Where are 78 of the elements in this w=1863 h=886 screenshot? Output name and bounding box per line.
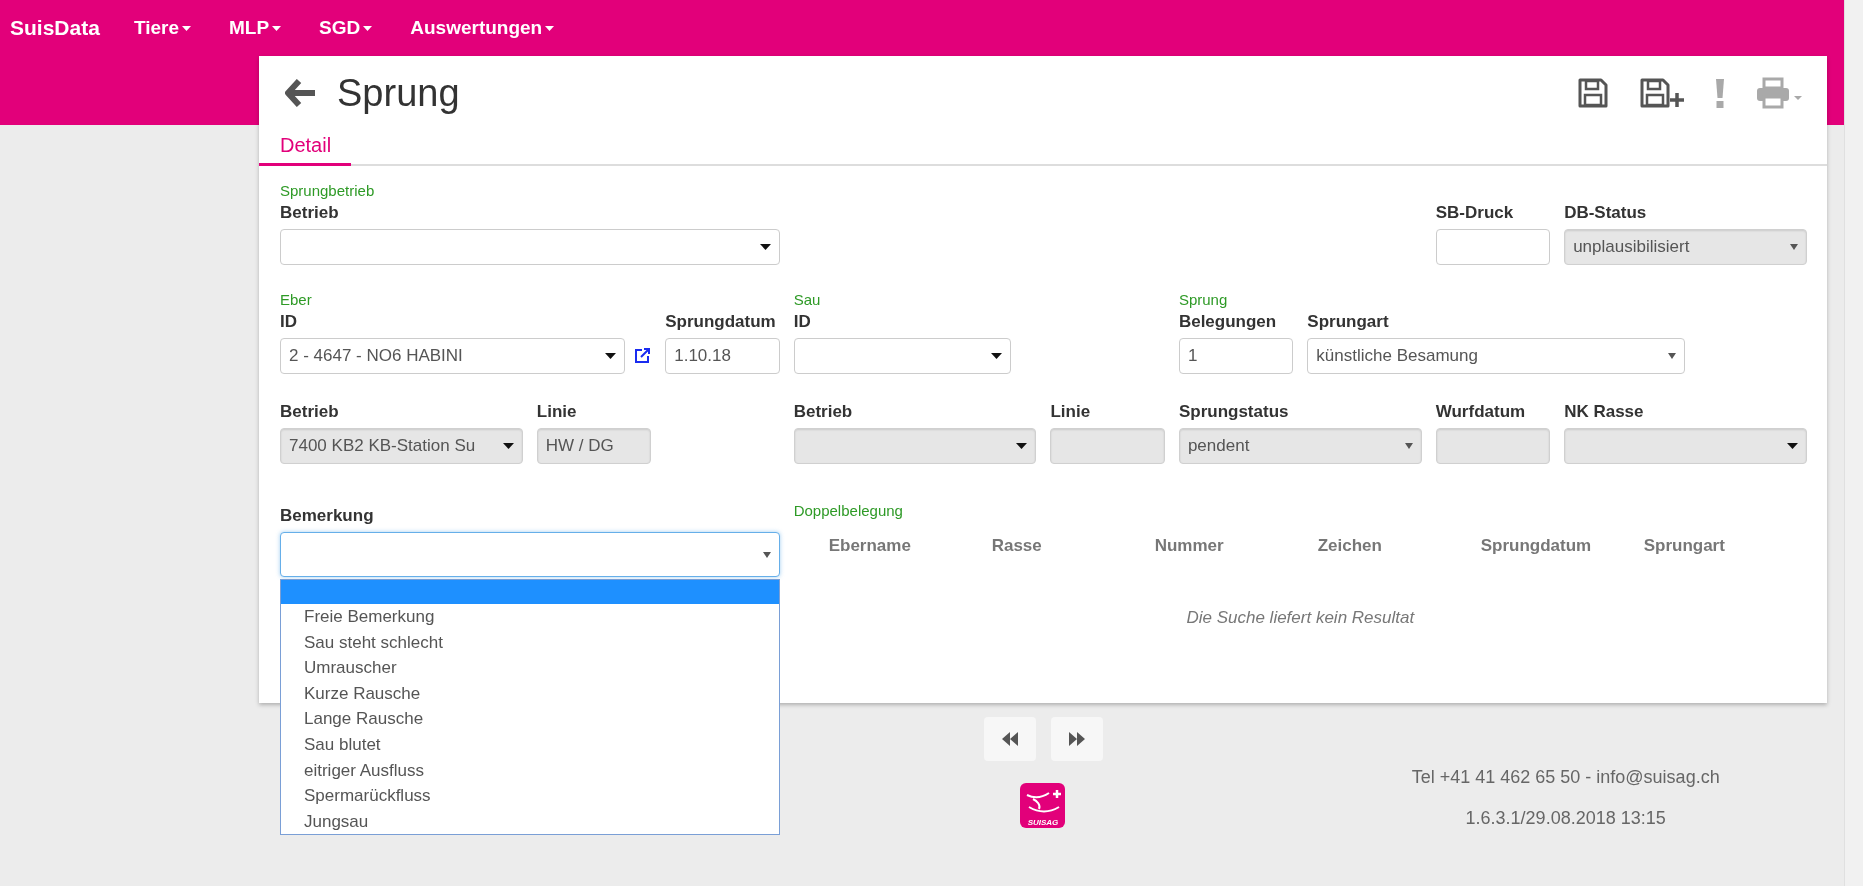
field-label: Betrieb bbox=[793, 401, 854, 422]
caret-icon bbox=[363, 25, 373, 31]
section-heading: Sprungbetrieb bbox=[280, 181, 376, 201]
suisag-logo: SUISAG bbox=[1020, 783, 1066, 828]
save-icon[interactable] bbox=[1577, 77, 1609, 109]
field-label: Betrieb bbox=[280, 202, 340, 223]
back-arrow-icon[interactable] bbox=[285, 79, 317, 107]
field-label: SB-Druck bbox=[1435, 202, 1515, 223]
dropdown-field[interactable]: 2 - 4647 - NO6 HABINI bbox=[280, 338, 625, 374]
dropdown-arrow-icon bbox=[762, 551, 771, 558]
column-header: Ebername bbox=[828, 536, 912, 556]
dropdown-option[interactable]: Jungsau bbox=[281, 808, 779, 835]
caret-icon bbox=[759, 244, 771, 250]
input-field[interactable] bbox=[1435, 229, 1551, 265]
next-button[interactable] bbox=[1050, 717, 1103, 761]
save-plus-icon[interactable] bbox=[1639, 77, 1685, 109]
column-header: Zeichen bbox=[1317, 536, 1383, 556]
caret-icon bbox=[181, 25, 191, 31]
previous-button[interactable] bbox=[983, 717, 1036, 761]
version-text: 1.6.3.1/29.08.2018 13:15 bbox=[1465, 808, 1666, 829]
menu-item[interactable]: Auswertungen bbox=[410, 17, 555, 39]
dropdown-field[interactable] bbox=[280, 532, 780, 577]
caret-icon bbox=[272, 25, 282, 31]
menu-item[interactable]: SGD bbox=[319, 17, 373, 39]
caret-icon bbox=[502, 443, 514, 449]
field-label: Bemerkung bbox=[280, 505, 375, 526]
dropdown-option[interactable]: Freie Bemerkung bbox=[281, 604, 779, 630]
field-label: ID bbox=[280, 311, 298, 332]
field-label: Belegungen bbox=[1178, 311, 1278, 332]
field-label: ID bbox=[793, 311, 812, 332]
section-heading: Doppelbelegung bbox=[793, 501, 904, 521]
field-label: Wurfdatum bbox=[1435, 401, 1527, 422]
dropdown-field[interactable] bbox=[280, 229, 780, 265]
field-label: Sprungstatus bbox=[1178, 401, 1290, 422]
caret-icon bbox=[545, 25, 555, 31]
detail-tab[interactable]: Detail bbox=[259, 128, 352, 166]
column-header: Rasse bbox=[991, 536, 1043, 556]
caret-icon bbox=[605, 353, 616, 359]
dropdown-option[interactable]: eitriger Ausfluss bbox=[281, 757, 779, 784]
input-field[interactable]: 1 bbox=[1178, 338, 1294, 374]
dropdown-option[interactable]: Kurze Rausche bbox=[281, 680, 779, 707]
caret-icon bbox=[1787, 443, 1798, 449]
input-field[interactable]: 1.10.18 bbox=[665, 338, 780, 374]
field-label: Betrieb bbox=[280, 401, 340, 422]
brand-link[interactable]: SuisData bbox=[10, 16, 100, 40]
dropdown-field[interactable]: künstliche Besamung bbox=[1307, 338, 1685, 374]
column-header: Sprungdatum bbox=[1480, 536, 1593, 556]
dropdown-option[interactable]: Spermarückfluss bbox=[281, 783, 779, 809]
dropdown-arrow-icon bbox=[1667, 353, 1676, 359]
column-header: Sprungart bbox=[1643, 536, 1726, 556]
dropdown-arrow-icon bbox=[1790, 244, 1798, 250]
external-link-icon[interactable] bbox=[633, 347, 651, 365]
field-label: NK Rasse bbox=[1564, 401, 1645, 422]
dropdown-arrow-icon bbox=[1404, 443, 1413, 449]
scrollbar[interactable] bbox=[1844, 0, 1863, 886]
section-heading: Eber bbox=[280, 290, 313, 310]
dropdown-field[interactable] bbox=[793, 338, 1011, 374]
field-label: DB-Status bbox=[1564, 202, 1648, 223]
page-title: Sprung bbox=[337, 71, 460, 115]
dropdown-option[interactable]: Sau steht schlecht bbox=[281, 629, 779, 656]
rewind-icon bbox=[1001, 732, 1018, 746]
dropdown-option[interactable]: Lange Rausche bbox=[281, 706, 779, 732]
field-label: Sprungart bbox=[1307, 311, 1390, 332]
dropdown-option[interactable]: Umrauscher bbox=[281, 655, 779, 681]
empty-result-message: Die Suche liefert kein Resultat bbox=[1186, 608, 1415, 628]
contact-text: Tel +41 41 462 65 50 - info@suisag.ch bbox=[1411, 767, 1720, 788]
field-label: Linie bbox=[1050, 401, 1092, 422]
section-heading: Sau bbox=[793, 290, 822, 310]
caret-icon bbox=[1016, 443, 1028, 449]
section-heading: Sprung bbox=[1178, 290, 1229, 310]
caret-icon bbox=[990, 353, 1002, 359]
dropdown-option[interactable]: Sau blutet bbox=[281, 731, 779, 758]
menu-item[interactable]: MLP bbox=[228, 17, 282, 39]
field-label: Sprungdatum bbox=[665, 311, 777, 332]
column-header: Nummer bbox=[1154, 536, 1225, 556]
field-label: Linie bbox=[536, 401, 578, 422]
fast-forward-icon bbox=[1068, 732, 1085, 746]
menu-item[interactable]: Tiere bbox=[133, 17, 191, 39]
